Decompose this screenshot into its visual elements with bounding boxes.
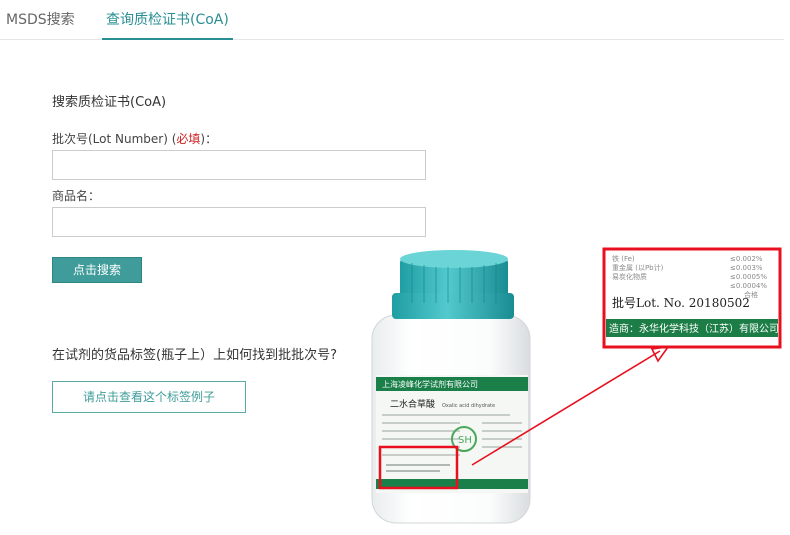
label-company-name: 上海凌峰化学试剂有限公司 — [382, 379, 478, 389]
label-product-name: 二水合草酸 — [390, 398, 435, 410]
lot-number-input[interactable] — [52, 150, 426, 180]
tab-coa-query[interactable]: 查询质检证书(CoA) — [102, 9, 233, 40]
lot-help-question: 在试剂的货品标签(瓶子上）上如何找到批批次号? — [52, 348, 337, 363]
lot-number-label-end: )： — [200, 132, 218, 146]
zoom-manufacturer: 造商：永华化学科技（江苏）有限公司 — [609, 322, 779, 335]
product-name-label: 商品名： — [52, 189, 101, 203]
search-button[interactable]: 点击搜索 — [52, 257, 142, 283]
lot-number-label-text: 批次号(Lot Number) ( — [52, 132, 177, 146]
reagent-bottle: 上海凌峰化学试剂有限公司 二水合草酸 Oxalic acid dihydrate… — [371, 250, 531, 524]
svg-text:SH: SH — [458, 435, 472, 446]
tab-msds-search[interactable]: MSDS搜索 — [6, 9, 75, 29]
required-marker: 必填 — [176, 132, 201, 146]
svg-text:重金属 (以Pb计): 重金属 (以Pb计) — [612, 263, 664, 272]
svg-text:≤0.002%: ≤0.002% — [730, 255, 763, 263]
label-example-illustration: 上海凌峰化学试剂有限公司 二水合草酸 Oxalic acid dihydrate… — [360, 243, 790, 535]
svg-text:铁 (Fe): 铁 (Fe) — [612, 254, 635, 263]
label-product-name-en: Oxalic acid dihydrate — [442, 403, 495, 409]
svg-text:易炭化物质: 易炭化物质 — [612, 272, 647, 281]
zoom-lot-number: 批号Lot. No. 20180502 — [612, 295, 750, 310]
form-title: 搜索质检证书(CoA) — [52, 95, 167, 110]
svg-text:≤0.003%: ≤0.003% — [730, 264, 763, 272]
lot-number-label: 批次号(Lot Number) (必填)： — [52, 130, 217, 147]
product-name-input[interactable] — [52, 207, 426, 237]
tab-bar: MSDS搜索 查询质检证书(CoA) — [0, 0, 784, 40]
zoomed-label-inset: 铁 (Fe) 重金属 (以Pb计) 易炭化物质 ≤0.002% ≤0.003% … — [602, 247, 782, 349]
svg-text:≤0.0004%: ≤0.0004% — [730, 282, 767, 290]
view-label-example-button[interactable]: 请点击查看这个标签例子 — [52, 381, 246, 413]
svg-text:≤0.0005%: ≤0.0005% — [730, 273, 767, 281]
